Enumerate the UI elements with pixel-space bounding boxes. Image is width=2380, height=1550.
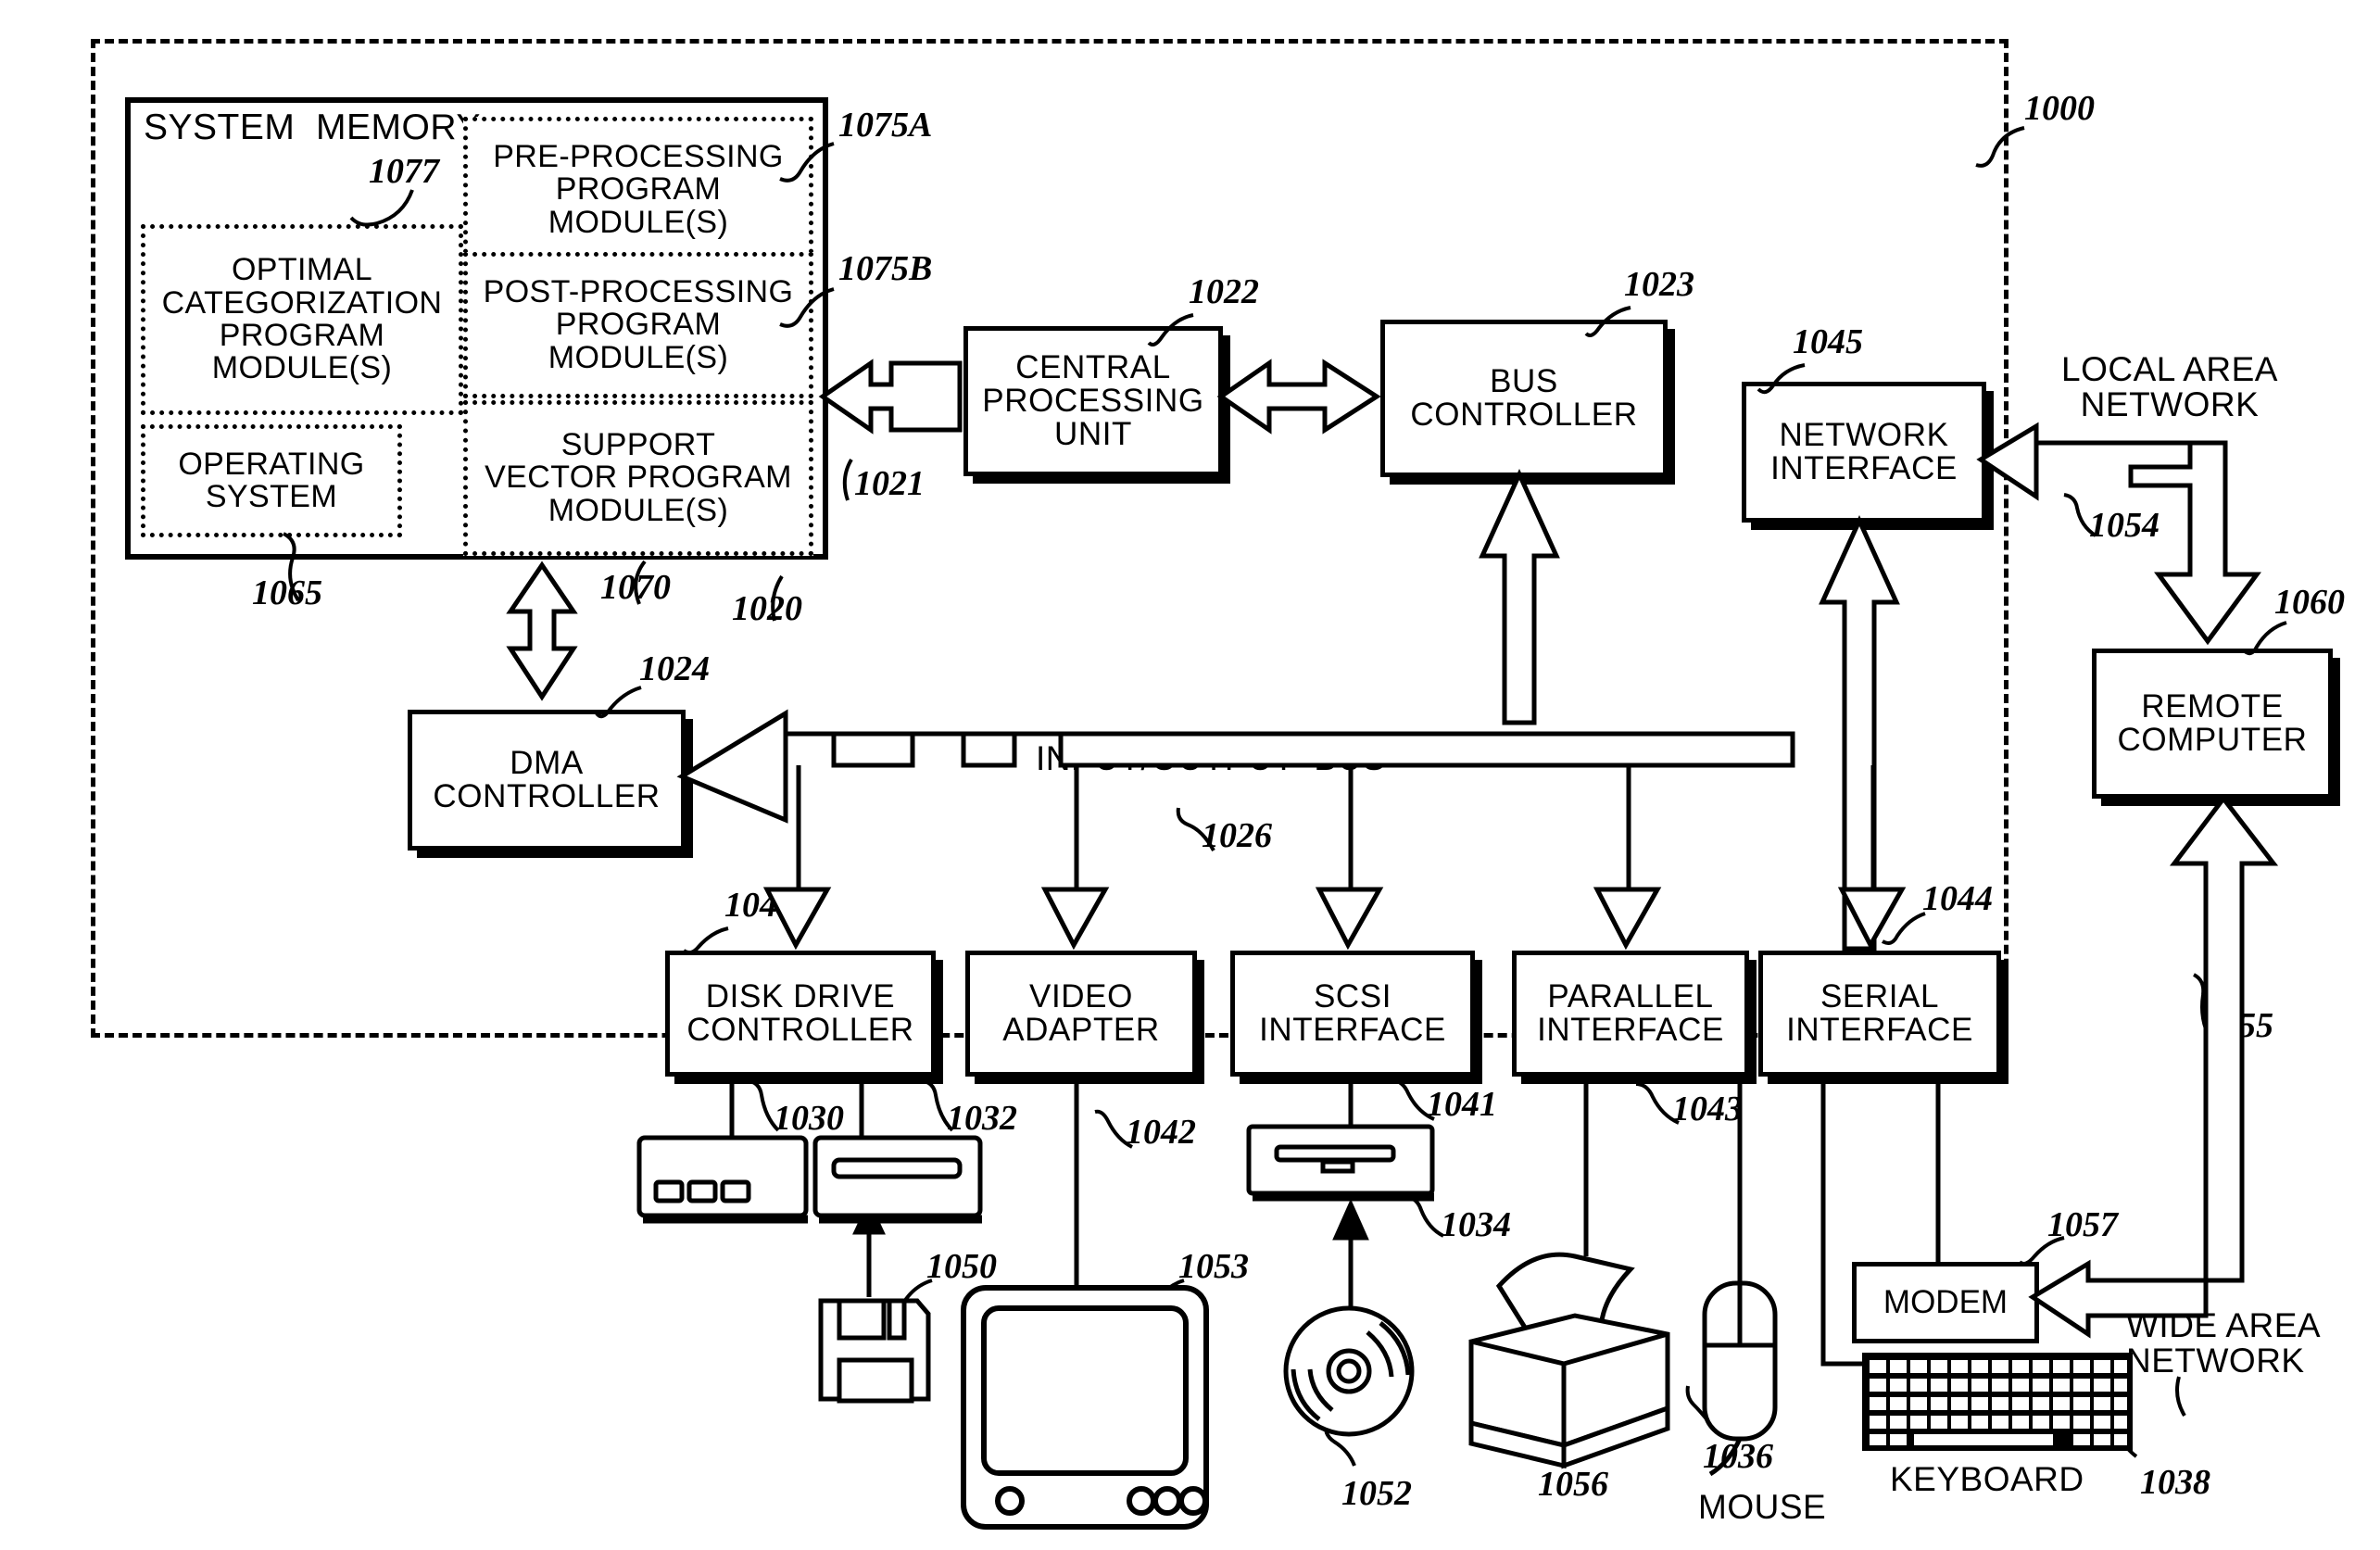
- leader-wan: [2175, 1376, 2186, 1418]
- leader-1075b: [779, 287, 835, 328]
- leader-1030: [746, 1078, 780, 1132]
- leader-1043: [1635, 1082, 1680, 1125]
- patent-figure-canvas: 1000 SYSTEM MEMORY 1077 OPTIMAL CATEGORI…: [0, 0, 2380, 1550]
- bus-arrow-memory-cpu: [818, 359, 963, 435]
- bus-arrow-memory-dma: [506, 561, 578, 701]
- leader-1024: [595, 686, 642, 719]
- io-bus-drops: [762, 765, 1907, 951]
- leader-1034: [1407, 1195, 1444, 1238]
- leader-1075a: [779, 142, 835, 183]
- cd-disc-icon: [1283, 1305, 1415, 1437]
- diagram-vector-layer: [283, 126, 2287, 1530]
- leader-1026: [1176, 807, 1215, 851]
- keyboard-icon: [1862, 1353, 2133, 1451]
- leader-1070: [634, 560, 647, 605]
- leader-1021: [842, 458, 853, 501]
- leader-1040: [682, 926, 729, 955]
- monitor-icon: [961, 1285, 1209, 1530]
- wan-link: [2028, 794, 2279, 1339]
- leader-1042: [1094, 1109, 1133, 1149]
- floppy-drive-icon: [812, 1135, 983, 1224]
- floppy-diskette-icon: [818, 1298, 931, 1404]
- leader-1022: [1147, 313, 1194, 347]
- leader-1054: [2063, 493, 2097, 537]
- line-serial-keyboard: [1820, 1073, 1862, 1367]
- leader-1044: [1881, 912, 1926, 945]
- bus-arrow-cpu-buscontroller: [1216, 359, 1381, 435]
- leader-1000: [1975, 126, 2025, 168]
- io-bus-trunk: [676, 709, 1795, 824]
- bus-arrow-iobus-buscontroller: [1479, 468, 1560, 725]
- leader-1077: [349, 189, 414, 227]
- leader-1057: [2018, 1236, 2065, 1266]
- leader-1045: [1757, 363, 1806, 395]
- lan-link: [1976, 422, 2261, 646]
- leader-1023: [1584, 306, 1631, 337]
- hard-disk-icon: [636, 1135, 809, 1224]
- leader-1065: [283, 532, 300, 602]
- printer-icon: [1468, 1252, 1670, 1469]
- leader-1020: [771, 574, 784, 622]
- mouse-icon: [1702, 1280, 1778, 1477]
- leader-1041: [1391, 1078, 1435, 1121]
- bus-arrow-iobus-networkinterface: [1819, 514, 1900, 951]
- leader-1060: [2242, 621, 2287, 656]
- leader-1032: [920, 1078, 954, 1132]
- cdrom-drive-icon: [1246, 1124, 1435, 1202]
